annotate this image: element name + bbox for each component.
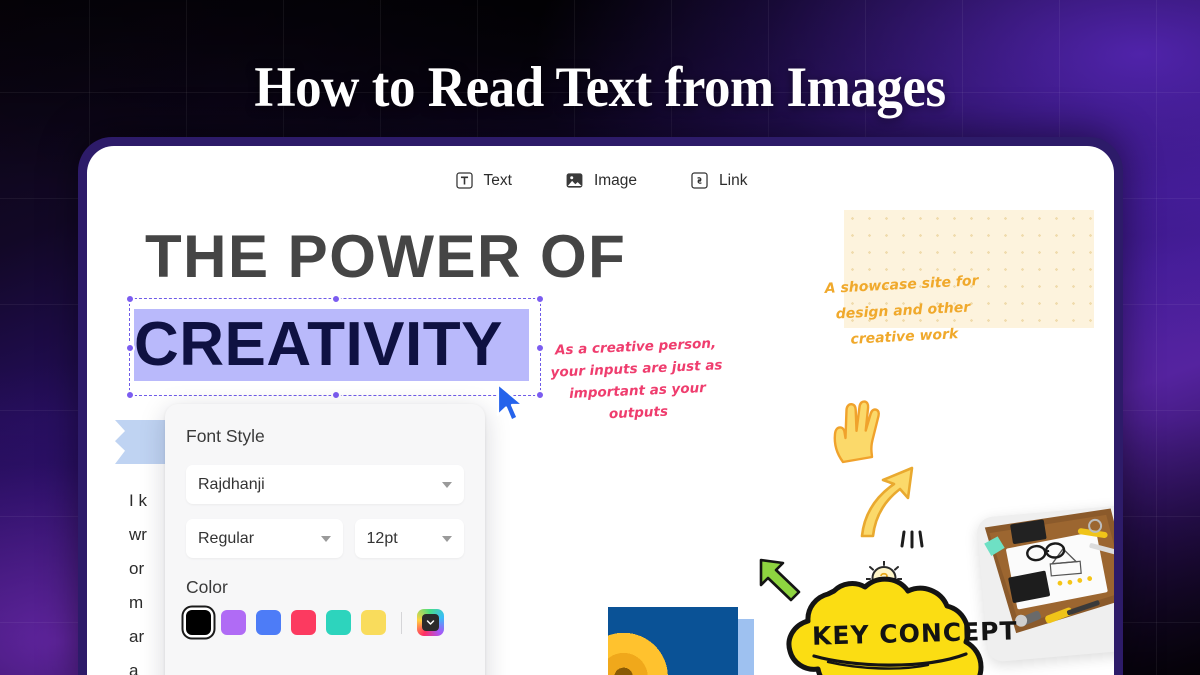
selection-handle-top-right[interactable] xyxy=(535,294,545,304)
toolbar-item-text[interactable]: Text xyxy=(454,170,512,191)
selection-handle-middle-left[interactable] xyxy=(125,343,135,353)
editor-toolbar: Text Image Link xyxy=(87,170,1114,191)
selection-handle-top-center[interactable] xyxy=(331,294,341,304)
note-creative-quote: As a creative person, your inputs are ju… xyxy=(550,335,723,423)
toolbar-item-link[interactable]: Link xyxy=(689,170,747,191)
color-section-label: Color xyxy=(186,577,228,597)
font-size-value: 12pt xyxy=(366,529,398,547)
key-concept-cloud xyxy=(786,576,984,675)
font-weight-select[interactable]: Regular xyxy=(186,519,343,558)
note-showcase: A showcase site for design and other cre… xyxy=(824,273,979,348)
chevron-down-icon xyxy=(422,614,439,631)
color-swatch-blue[interactable] xyxy=(256,610,281,635)
selection-handle-bottom-right[interactable] xyxy=(535,390,545,400)
peace-hand-sticker xyxy=(833,400,880,464)
page-title: How to Read Text from Images xyxy=(254,56,946,119)
mouse-cursor xyxy=(496,382,525,422)
app-screen: Text Image Link As a creative person, yo… xyxy=(87,146,1114,675)
toolbar-label-link: Link xyxy=(719,171,748,189)
font-family-select[interactable]: Rajdhanji xyxy=(186,465,464,504)
color-swatch-teal[interactable] xyxy=(326,610,351,635)
color-swatch-black[interactable] xyxy=(186,610,211,635)
selection-handle-middle-right[interactable] xyxy=(535,343,545,353)
photo-offset-shadow xyxy=(624,619,754,675)
toolbar-label-text: Text xyxy=(483,171,512,189)
font-family-value: Rajdhanji xyxy=(198,475,265,493)
cloud-title: KEY CONCEPT xyxy=(811,616,1018,651)
link-icon xyxy=(689,170,710,191)
chevron-down-icon xyxy=(320,535,331,542)
selection-handle-top-left[interactable] xyxy=(125,294,135,304)
swatch-divider xyxy=(401,611,402,634)
font-weight-value: Regular xyxy=(198,529,255,547)
green-arrow-up-left xyxy=(759,558,801,602)
toolbar-label-image: Image xyxy=(593,171,638,189)
selection-handle-bottom-center[interactable] xyxy=(331,390,341,400)
chevron-down-icon xyxy=(442,535,452,542)
image-icon xyxy=(564,170,585,191)
yellow-arrow-up-right xyxy=(860,466,914,538)
toolbar-item-image[interactable]: Image xyxy=(564,170,637,191)
color-swatch-pink[interactable] xyxy=(291,610,316,635)
custom-color-picker[interactable] xyxy=(417,609,444,636)
selection-bounding-box[interactable] xyxy=(125,294,545,400)
device-frame: Text Image Link As a creative person, yo… xyxy=(78,137,1123,675)
font-style-title: Font Style xyxy=(186,426,265,446)
headline-line-1[interactable]: THE POWER OF xyxy=(145,222,626,291)
chevron-down-icon xyxy=(442,481,452,488)
text-icon xyxy=(454,170,475,191)
color-swatch-list xyxy=(186,609,464,636)
font-size-select[interactable]: 12pt xyxy=(354,519,464,558)
lightbulb-icon xyxy=(866,561,902,602)
color-swatch-yellow[interactable] xyxy=(361,610,386,635)
photo-sunflower xyxy=(608,607,738,675)
accent-ticks-top xyxy=(900,530,924,549)
selection-handle-bottom-left[interactable] xyxy=(125,390,135,400)
color-swatch-purple[interactable] xyxy=(221,610,246,635)
font-style-panel: Font Style Rajdhanji Regular 12pt Color xyxy=(165,404,485,675)
